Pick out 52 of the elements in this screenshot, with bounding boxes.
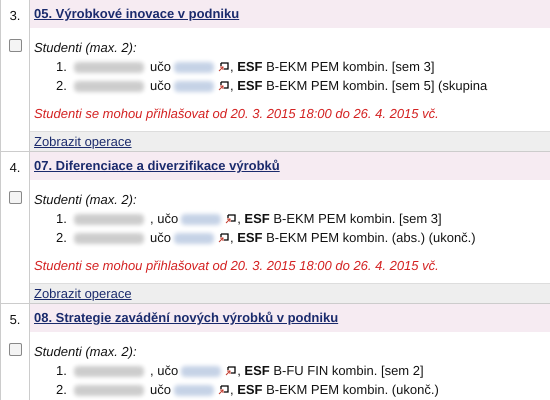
list-number: 1. [56, 362, 68, 380]
study-program: , ESF B-EKM PEM kombin. [sem 5] (skupina [230, 77, 488, 96]
redacted-uco [174, 80, 214, 92]
redacted-name [74, 366, 144, 376]
checkbox[interactable] [8, 342, 22, 356]
uco-label: učo [150, 58, 171, 76]
study-program: , ESF B-EKM PEM kombin. [sem 3] [237, 210, 442, 228]
uco-label: učo [150, 381, 171, 400]
study-program: , ESF B-EKM PEM kombin. [sem 3] [230, 58, 434, 76]
redacted-uco [181, 366, 222, 376]
row-number: 3. [10, 7, 20, 25]
redacted-name [74, 80, 144, 92]
external-link-icon[interactable] [218, 233, 229, 243]
redacted-uco [181, 214, 222, 224]
checkbox[interactable] [8, 190, 22, 204]
show-operations-link[interactable]: Zobrazit operace [34, 284, 132, 304]
students-label: Studenti (max. 2): [34, 343, 138, 361]
redacted-name [74, 214, 144, 224]
topic-title-link[interactable]: 07. Diferenciace a diverzifikace výrobků [34, 156, 280, 176]
external-link-icon[interactable] [218, 62, 229, 72]
external-link-icon[interactable] [218, 385, 229, 395]
uco-label: učo [150, 229, 171, 248]
uco-label: , učo [150, 210, 178, 228]
list-number: 2. [56, 229, 68, 248]
redacted-uco [174, 232, 214, 244]
uco-label: , učo [150, 362, 178, 380]
redacted-uco [174, 384, 214, 396]
list-number: 2. [56, 77, 68, 96]
topic-title-link[interactable]: 08. Strategie zavádění nových výrobků v podniku [34, 308, 338, 328]
students-label: Studenti (max. 2): [34, 39, 138, 57]
students-label: Studenti (max. 2): [34, 191, 138, 209]
external-link-icon[interactable] [225, 366, 236, 376]
redacted-name [74, 62, 144, 72]
row-number: 5. [10, 311, 20, 329]
study-program: , ESF B-FU FIN kombin. [sem 2] [237, 362, 424, 380]
list-number: 1. [56, 58, 68, 76]
topic-title-link[interactable]: 05. Výrobkové inovace v podniku [34, 4, 240, 24]
uco-label: učo [150, 77, 171, 96]
checkbox[interactable] [8, 38, 22, 52]
study-program: , ESF B-EKM PEM kombin. (ukonč.) [230, 381, 439, 400]
redacted-name [74, 384, 144, 396]
show-operations-link[interactable]: Zobrazit operace [34, 132, 132, 152]
enrollment-notice: Studenti se mohou přihlašovat od 20. 3. 2015 18:00 do 26. 4. 2015 vč. [34, 104, 440, 123]
row-number: 4. [10, 159, 20, 177]
list-number: 2. [56, 381, 68, 400]
enrollment-notice: Studenti se mohou přihlašovat od 20. 3. 2015 18:00 do 26. 4. 2015 vč. [34, 256, 440, 275]
redacted-uco [174, 62, 214, 72]
external-link-icon[interactable] [218, 81, 229, 91]
redacted-name [74, 232, 144, 244]
list-number: 1. [56, 210, 68, 228]
external-link-icon[interactable] [225, 214, 236, 224]
study-program: , ESF B-EKM PEM kombin. (abs.) (ukonč.) [230, 229, 476, 248]
